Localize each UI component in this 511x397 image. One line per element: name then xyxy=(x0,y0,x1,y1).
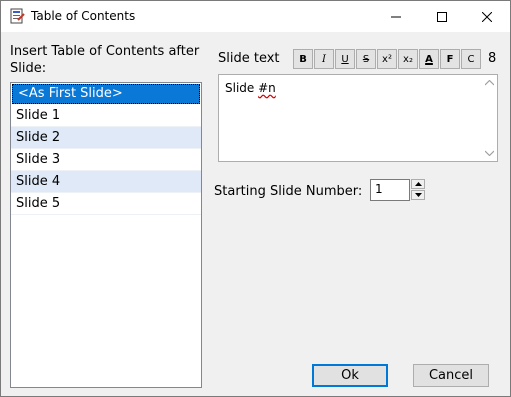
font-color-button[interactable]: A xyxy=(419,49,439,69)
slide-list-item[interactable]: Slide 5 xyxy=(11,193,201,215)
underline-button[interactable]: U xyxy=(335,49,355,69)
chevron-up-icon xyxy=(414,182,422,186)
editor-scrollbar[interactable] xyxy=(482,75,497,161)
chevron-down-icon xyxy=(414,193,422,197)
slide-number-token: #n xyxy=(258,81,276,95)
subscript-button[interactable]: x₂ xyxy=(398,49,418,69)
font-size-value: 8 xyxy=(488,51,497,66)
ok-button[interactable]: Ok xyxy=(312,364,388,387)
font-icon: F xyxy=(446,53,454,65)
slide-text-editor[interactable]: Slide #n xyxy=(218,74,498,162)
window-title: Table of Contents xyxy=(31,9,136,23)
underline-icon: U xyxy=(341,53,349,65)
spin-up-button[interactable] xyxy=(411,179,425,189)
strikethrough-icon: S xyxy=(362,53,370,65)
title-bar[interactable]: Table of Contents xyxy=(1,1,510,32)
starting-slide-number-spinner xyxy=(411,179,426,201)
case-button[interactable]: C xyxy=(461,49,481,69)
slide-list-item[interactable]: Slide 4 xyxy=(11,171,201,193)
font-color-icon: A xyxy=(425,53,433,65)
slide-text-label: Slide text xyxy=(218,51,280,66)
strikethrough-button[interactable]: S xyxy=(356,49,376,69)
close-button[interactable] xyxy=(464,1,510,32)
close-icon xyxy=(482,11,492,22)
maximize-icon xyxy=(437,11,447,22)
superscript-icon: x² xyxy=(382,53,392,65)
slide-list[interactable]: <As First Slide> Slide 1 Slide 2 Slide 3 Sli… xyxy=(10,82,202,388)
subscript-icon: x₂ xyxy=(403,53,413,65)
starting-slide-number-label: Starting Slide Number: xyxy=(214,184,363,199)
case-icon: C xyxy=(467,53,475,65)
spin-down-button[interactable] xyxy=(411,190,425,200)
slide-list-item[interactable]: <As First Slide> xyxy=(12,84,200,104)
dialog-window: Table of Contents Insert Table of Conten… xyxy=(0,0,511,397)
app-icon xyxy=(9,8,25,24)
insert-after-label: Insert Table of Contents after Slide: xyxy=(10,44,200,76)
font-button[interactable]: F xyxy=(440,49,460,69)
slide-list-item[interactable]: Slide 3 xyxy=(11,149,201,171)
starting-slide-number-input[interactable]: 1 xyxy=(370,179,410,201)
italic-button[interactable]: I xyxy=(314,49,334,69)
bold-button[interactable]: B xyxy=(293,49,313,69)
minimize-icon xyxy=(391,16,401,17)
bold-icon: B xyxy=(299,53,307,65)
cancel-button[interactable]: Cancel xyxy=(413,364,489,387)
slide-list-item[interactable]: Slide 1 xyxy=(11,105,201,127)
slide-list-item[interactable]: Slide 2 xyxy=(11,127,201,149)
slide-text-prefix: Slide xyxy=(225,81,259,95)
scroll-down-icon[interactable] xyxy=(485,148,494,157)
italic-icon: I xyxy=(322,53,326,65)
superscript-button[interactable]: x² xyxy=(377,49,397,69)
maximize-button[interactable] xyxy=(419,1,465,32)
scroll-up-icon[interactable] xyxy=(485,78,494,87)
slide-text-content: Slide #n xyxy=(225,81,276,95)
minimize-button[interactable] xyxy=(373,1,419,32)
